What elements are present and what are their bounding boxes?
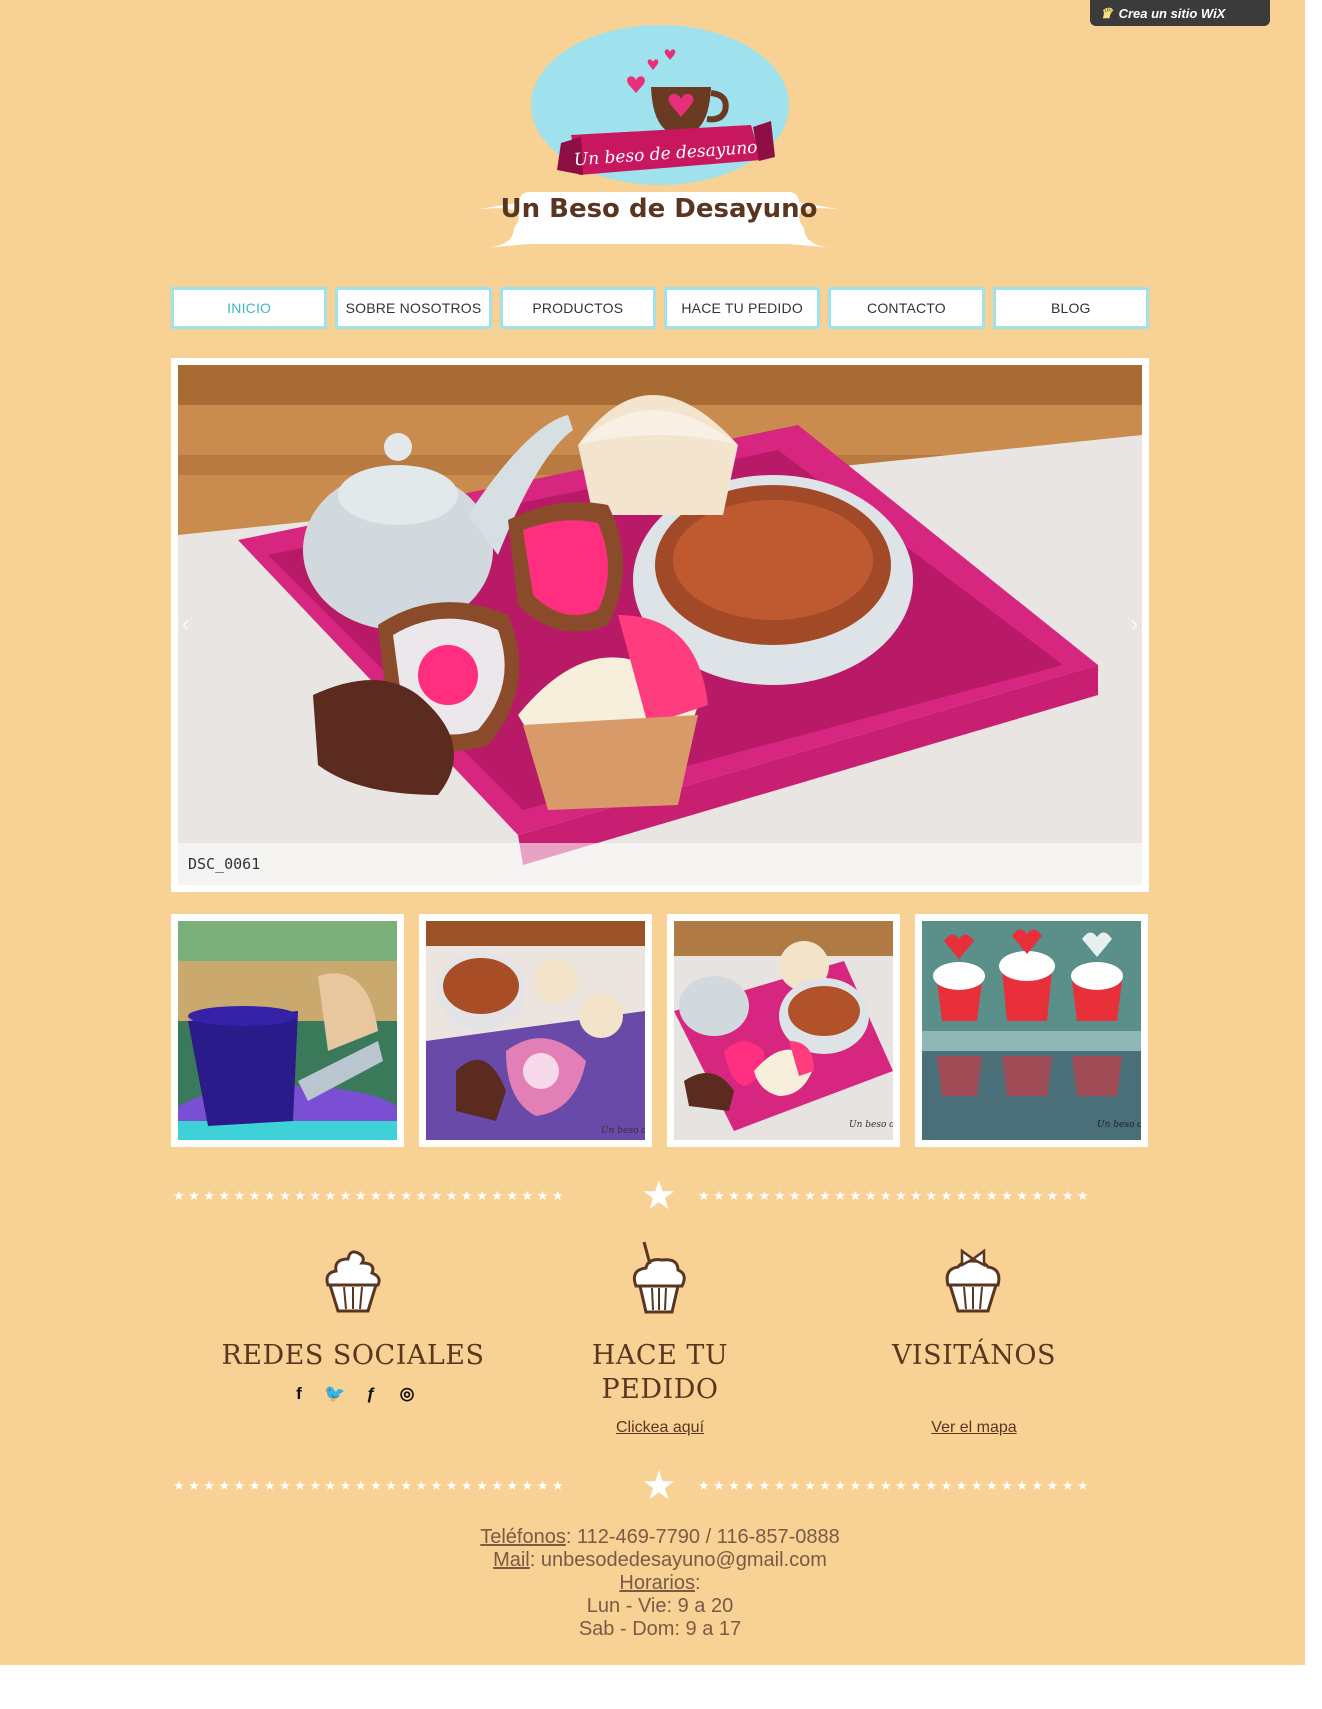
wix-banner-label: Crea un sitio WiX — [1118, 5, 1226, 21]
slide-caption: DSC_0061 — [188, 855, 261, 873]
star-row-right: ★★★★★★★★★★★★★★★★★★★★★★★★★★ — [698, 1188, 1093, 1203]
contact-info: Teléfonos: 112-469-7790 / 116-857-0888 M… — [171, 1526, 1149, 1641]
mail-line: Mail: unbesodedesayuno@gmail.com — [171, 1549, 1149, 1572]
phones-label: Teléfonos — [480, 1526, 566, 1548]
twitter-icon[interactable]: 🐦 — [324, 1384, 345, 1403]
star-row-left: ★★★★★★★★★★★★★★★★★★★★★★★★★★ — [173, 1478, 568, 1493]
phones-line: Teléfonos: 112-469-7790 / 116-857-0888 — [171, 1526, 1149, 1549]
wix-banner[interactable]: ♛ Crea un sitio WiX — [1090, 0, 1270, 26]
nav-hace-tu-pedido[interactable]: HACE TU PEDIDO — [663, 287, 821, 329]
logo-title: Un Beso de Desayuno — [500, 194, 818, 224]
hours-label: Horarios — [619, 1572, 695, 1594]
slide-prev-arrow[interactable]: ‹ — [182, 611, 189, 637]
thumbnail-3[interactable]: Un beso de d — [667, 914, 900, 1147]
big-star-icon: ★ — [641, 1464, 677, 1508]
wix-crown-icon: ♛ — [1100, 4, 1113, 21]
thumbnail-1[interactable] — [171, 914, 404, 1147]
social-column: REDES SOCIALES f 🐦 ƒ ◎ — [220, 1339, 486, 1403]
visit-title: VISITÁNOS — [891, 1340, 1057, 1371]
star-row-left: ★★★★★★★★★★★★★★★★★★★★★★★★★★ — [173, 1188, 568, 1203]
foursquare-icon[interactable]: ƒ — [362, 1384, 380, 1403]
instagram-icon[interactable]: ◎ — [398, 1384, 416, 1403]
slide-next-arrow[interactable]: › — [1131, 611, 1138, 637]
cupcake-swirl-icon — [325, 1250, 381, 1313]
social-icons: f 🐦 ƒ ◎ — [220, 1384, 486, 1403]
order-link[interactable]: Clickea aquí — [560, 1419, 760, 1437]
nav-blog[interactable]: BLOG — [992, 287, 1149, 329]
order-column: HACE TU PEDIDO Clickea aquí — [560, 1339, 760, 1437]
nav-inicio[interactable]: INICIO — [171, 287, 328, 329]
slideshow: DSC_0061 ‹ › — [171, 358, 1149, 892]
nav-productos[interactable]: PRODUCTOS — [499, 287, 656, 329]
thumbnail-gallery: Un beso de d Un beso de d — [171, 914, 1149, 1147]
visit-column: VISITÁNOS Ver el mapa — [874, 1339, 1074, 1437]
thumbnail-4[interactable]: Un beso de d — [915, 914, 1148, 1147]
main-navigation: INICIO SOBRE NOSOTROS PRODUCTOS HACE TU … — [171, 287, 1149, 329]
thumb-4-watermark: Un beso de d — [1097, 1120, 1141, 1130]
cupcake-bow-icon — [945, 1248, 1001, 1313]
mail-label: Mail — [493, 1549, 530, 1571]
order-title-line1: HACE TU — [591, 1340, 729, 1371]
thumb-3-watermark: Un beso de d — [849, 1120, 893, 1130]
weekday-hours: Lun - Vie: 9 a 20 — [586, 1595, 734, 1617]
thumb-2-watermark: Un beso de d — [601, 1126, 645, 1136]
star-divider-top: ★★★★★★★★★★★★★★★★★★★★★★★★★★ ★ ★★★★★★★★★★★… — [171, 1176, 1149, 1216]
weekend-hours: Sab - Dom: 9 a 17 — [578, 1618, 742, 1640]
slide-caption-bar — [178, 843, 1142, 885]
map-link[interactable]: Ver el mapa — [874, 1419, 1074, 1437]
facebook-icon[interactable]: f — [290, 1384, 308, 1403]
right-margin — [1305, 0, 1322, 1105]
star-row-right: ★★★★★★★★★★★★★★★★★★★★★★★★★★ — [698, 1478, 1093, 1493]
logo-emblem: Un beso de desayuno — [557, 49, 775, 175]
thumbnail-2[interactable]: Un beso de d — [419, 914, 652, 1147]
hours-line: Horarios: — [171, 1572, 1149, 1595]
hours-colon: : — [695, 1572, 701, 1594]
nav-sobre-nosotros[interactable]: SOBRE NOSOTROS — [335, 287, 492, 329]
slide-image[interactable]: DSC_0061 ‹ › — [178, 365, 1142, 885]
social-title: REDES SOCIALES — [221, 1340, 485, 1371]
order-title-line2: PEDIDO — [601, 1374, 719, 1405]
phones-value: : 112-469-7790 / 116-857-0888 — [565, 1526, 840, 1548]
nav-contacto[interactable]: CONTACTO — [828, 287, 985, 329]
big-star-icon: ★ — [641, 1174, 677, 1218]
star-divider-bottom: ★★★★★★★★★★★★★★★★★★★★★★★★★★ ★ ★★★★★★★★★★★… — [171, 1466, 1149, 1506]
cupcake-straw-icon — [632, 1241, 686, 1314]
mail-value[interactable]: : unbesodedesayuno@gmail.com — [530, 1549, 827, 1571]
